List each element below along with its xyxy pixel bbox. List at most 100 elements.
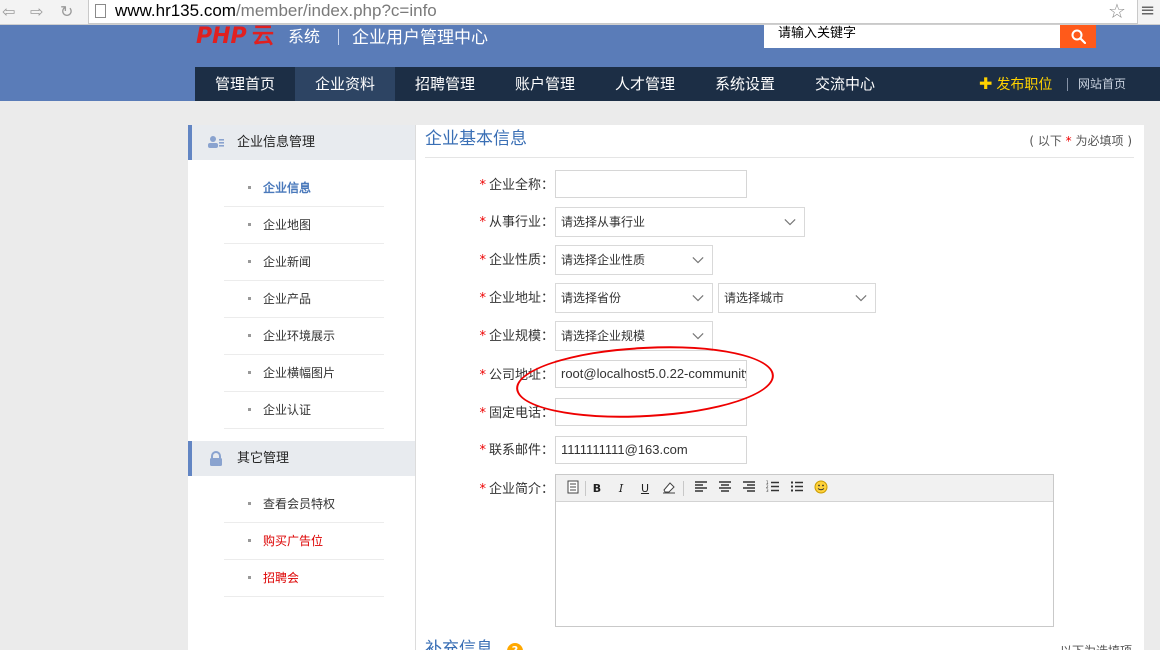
nature-select[interactable]: 请选择企业性质 <box>555 245 713 275</box>
nav-talent[interactable]: 人才管理 <box>595 67 695 101</box>
chevron-down-icon <box>692 333 704 340</box>
intro-label: * 企业简介： <box>479 482 554 497</box>
nav-divider <box>1067 78 1068 91</box>
chevron-down-icon <box>692 295 704 302</box>
bullet <box>248 334 251 337</box>
sidebar-group-title: 企业信息管理 <box>237 135 316 150</box>
nav-company-profile[interactable]: 企业资料 <box>295 67 395 101</box>
align-center-icon[interactable] <box>716 480 734 497</box>
logo-system-text: 系统 <box>288 27 321 46</box>
bullet <box>248 576 251 579</box>
nav-account[interactable]: 账户管理 <box>495 67 595 101</box>
sidebar-item-label: 企业认证 <box>263 403 312 417</box>
site-home-link[interactable]: 网站首页 <box>1078 67 1126 101</box>
source-icon[interactable] <box>564 480 582 497</box>
bullet <box>248 371 251 374</box>
unordered-list-icon[interactable] <box>788 480 806 497</box>
main-panel: 企业基本信息 ( 以下 * 为必填项 ) * 企业全称： * 从事行业： 请选择从事… <box>416 125 1144 650</box>
page-icon <box>95 4 106 18</box>
align-left-icon[interactable] <box>692 480 710 497</box>
company-name-input[interactable] <box>555 170 747 198</box>
ordered-list-icon[interactable]: 123 <box>764 480 782 497</box>
search-placeholder: 请输入关键字 <box>778 26 857 41</box>
email-label: * 联系邮件： <box>479 443 554 458</box>
back-icon[interactable]: ⇦ <box>2 2 15 22</box>
sidebar-item-company-info[interactable]: 企业信息 <box>224 170 384 207</box>
sidebar-item-company-news[interactable]: 企业新闻 <box>224 244 384 281</box>
industry-label: * 从事行业： <box>479 215 554 230</box>
main-nav: 管理首页 企业资料 招聘管理 账户管理 人才管理 系统设置 交流中心 ✚ 发布职位… <box>195 67 1160 101</box>
plus-icon: ✚ <box>979 74 993 93</box>
nav-community[interactable]: 交流中心 <box>795 67 895 101</box>
province-select[interactable]: 请选择省份 <box>555 283 713 313</box>
nav-recruitment[interactable]: 招聘管理 <box>395 67 495 101</box>
emoticon-icon[interactable] <box>812 480 830 497</box>
supplement-title: 补充信息 <box>425 639 493 650</box>
header-title: 企业用户管理中心 <box>352 28 488 48</box>
help-icon[interactable]: ? <box>507 643 523 650</box>
address-region-label: * 企业地址： <box>479 291 554 306</box>
underline-button[interactable]: U <box>636 480 654 497</box>
nav-home[interactable]: 管理首页 <box>195 67 295 101</box>
forward-icon[interactable]: ⇨ <box>30 2 43 22</box>
bullet <box>248 297 251 300</box>
sidebar-item-buy-ad[interactable]: 购买广告位 <box>224 523 384 560</box>
sidebar-item-member-privileges[interactable]: 查看会员特权 <box>224 486 384 523</box>
browser-menu-icon[interactable]: ≡ <box>1140 0 1160 24</box>
eraser-icon[interactable] <box>660 480 678 497</box>
sidebar-item-company-map[interactable]: 企业地图 <box>224 207 384 244</box>
lock-icon <box>208 451 224 466</box>
bullet <box>248 408 251 411</box>
sidebar-item-label: 企业地图 <box>263 218 312 232</box>
sidebar-item-label: 企业横幅图片 <box>263 366 336 380</box>
city-select[interactable]: 请选择城市 <box>718 283 876 313</box>
intro-editor[interactable]: B I U 123 <box>555 474 1054 627</box>
required-note: ( 以下 * 为必填项 ) <box>1029 134 1132 148</box>
search-button[interactable] <box>1060 25 1096 48</box>
logo-cloud: 云 <box>252 24 275 49</box>
svg-text:3: 3 <box>766 488 769 492</box>
editor-toolbar: B I U 123 <box>556 475 1053 502</box>
chevron-down-icon <box>692 257 704 264</box>
sidebar: 企业信息管理 企业信息 企业地图 企业新闻 企业产品 企业环境展示 企业横幅图片… <box>188 125 416 650</box>
sidebar-item-label: 企业新闻 <box>263 255 312 269</box>
bullet <box>248 186 251 189</box>
sidebar-item-company-environment[interactable]: 企业环境展示 <box>224 318 384 355</box>
sidebar-group-company-info[interactable]: 企业信息管理 <box>188 125 415 160</box>
nature-label: * 企业性质： <box>479 253 554 268</box>
page-title: 企业基本信息 <box>425 129 527 149</box>
scale-label: * 企业规模： <box>479 329 554 344</box>
chevron-down-icon <box>855 295 867 302</box>
toolbar-divider <box>683 481 684 496</box>
nav-settings[interactable]: 系统设置 <box>695 67 795 101</box>
url-text: www.hr135.com/member/index.php?c=info <box>115 1 437 20</box>
email-input[interactable]: 1111111111@163.com <box>555 436 747 464</box>
align-right-icon[interactable] <box>740 480 758 497</box>
browser-toolbar: ⇦ ⇨ ↻ www.hr135.com/member/index.php?c=i… <box>0 0 1160 25</box>
sidebar-item-label: 购买广告位 <box>263 534 324 548</box>
bookmark-star-icon[interactable]: ☆ <box>1108 0 1126 22</box>
search-input[interactable]: 请输入关键字 <box>764 25 1060 48</box>
sidebar-item-company-products[interactable]: 企业产品 <box>224 281 384 318</box>
title-divider <box>425 157 1134 158</box>
sidebar-item-label: 查看会员特权 <box>263 497 336 511</box>
industry-select[interactable]: 请选择从事行业 <box>555 207 805 237</box>
sidebar-item-company-banner[interactable]: 企业横幅图片 <box>224 355 384 392</box>
sidebar-item-job-fair[interactable]: 招聘会 <box>224 560 384 597</box>
post-job-button[interactable]: ✚ 发布职位 <box>979 67 1052 101</box>
site-header: PHP 云 系统 企业用户管理中心 请输入关键字 管理首页 企业资料 招聘管理 … <box>0 25 1160 101</box>
sidebar-item-label: 招聘会 <box>263 571 300 585</box>
italic-button[interactable]: I <box>612 480 630 497</box>
optional-note: 以下为选填项 <box>1060 642 1132 650</box>
sidebar-item-company-verification[interactable]: 企业认证 <box>224 392 384 429</box>
address-bar[interactable]: www.hr135.com/member/index.php?c=info <box>88 0 1138 24</box>
logo-php[interactable]: PHP <box>196 25 247 49</box>
bullet <box>248 223 251 226</box>
sidebar-item-label: 企业信息 <box>263 181 312 195</box>
bullet <box>248 539 251 542</box>
sidebar-group-other[interactable]: 其它管理 <box>188 441 415 476</box>
sidebar-item-label: 企业产品 <box>263 292 312 306</box>
bold-button[interactable]: B <box>588 480 606 497</box>
sidebar-group-title: 其它管理 <box>237 451 290 466</box>
reload-icon[interactable]: ↻ <box>60 2 73 22</box>
